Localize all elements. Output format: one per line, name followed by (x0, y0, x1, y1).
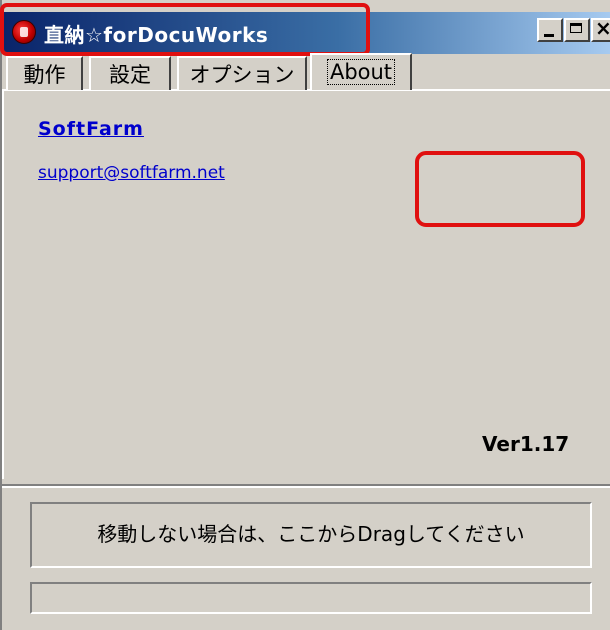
tab-action[interactable]: 動作 (6, 56, 83, 90)
tab-label: 動作 (23, 63, 66, 87)
app-logo-icon[interactable] (12, 20, 36, 44)
divider (2, 484, 610, 488)
company-link[interactable]: SoftFarm (38, 118, 144, 140)
highlight-annotation (415, 151, 585, 227)
support-email-link[interactable]: support@softfarm.net (38, 163, 225, 183)
tab-content-panel (2, 89, 610, 479)
tab-label: 設定 (109, 63, 151, 87)
close-button[interactable] (591, 16, 610, 42)
tab-about[interactable]: About (310, 53, 412, 90)
maximize-button[interactable] (564, 18, 590, 42)
status-bar (30, 582, 592, 614)
app-window: 直納☆forDocuWorks 動作 設定 オプション About SoftFa… (0, 0, 610, 630)
tab-label: About (326, 59, 396, 85)
drag-handle-area[interactable]: 移動しない場合は、ここからDragしてください (30, 502, 592, 568)
tab-options[interactable]: オプション (177, 56, 307, 90)
tab-label: オプション (189, 63, 295, 87)
version-label: Ver1.17 (482, 432, 570, 456)
minimize-button[interactable] (537, 18, 563, 42)
tab-settings[interactable]: 設定 (89, 56, 171, 90)
title-bar[interactable]: 直納☆forDocuWorks (4, 12, 610, 54)
window-title: 直納☆forDocuWorks (44, 23, 269, 47)
